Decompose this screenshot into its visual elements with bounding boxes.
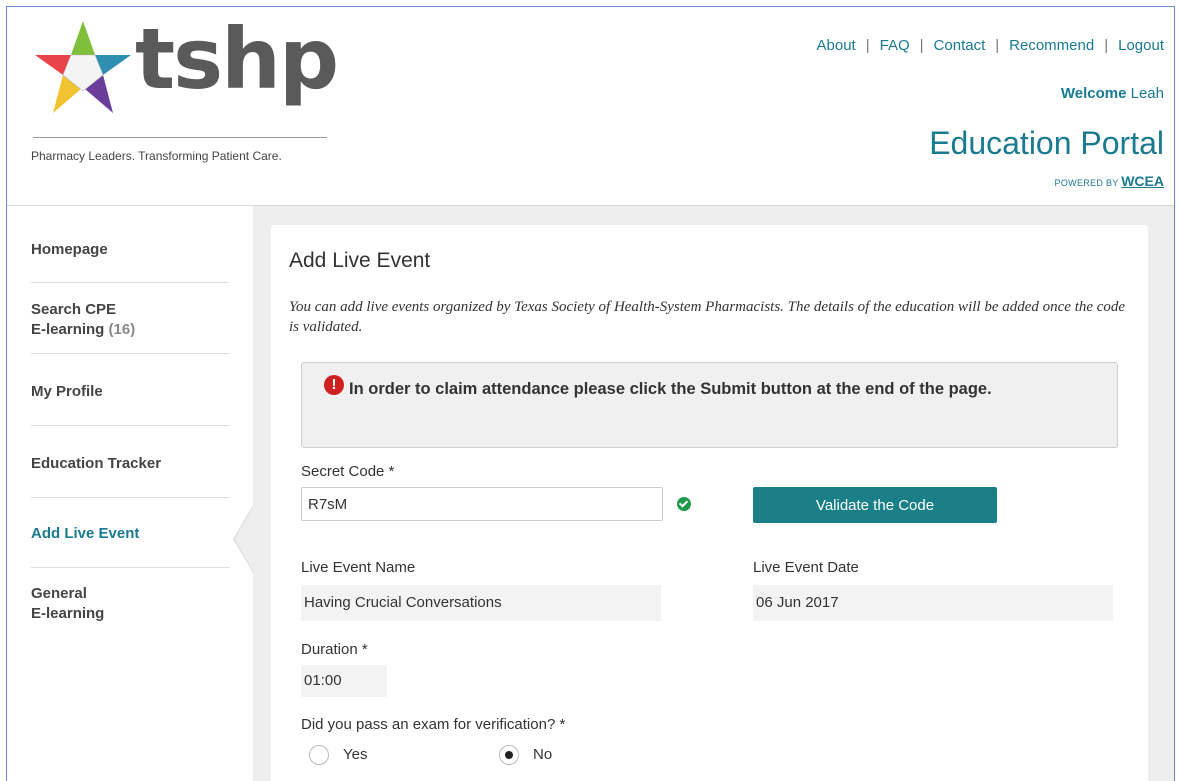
sidebar-divider	[31, 282, 229, 283]
nav-faq-link[interactable]: FAQ	[880, 37, 910, 54]
nav-contact-link[interactable]: Contact	[934, 37, 986, 54]
sidebar-item-label: Search CPE	[31, 301, 117, 318]
sidebar-item-label-line2: E-learning	[31, 605, 105, 622]
nav-separator: |	[995, 37, 1000, 54]
nav-recommend-link[interactable]: Recommend	[1009, 37, 1094, 54]
sidebar-item-label: Add Live Event	[31, 525, 140, 542]
nav-separator: |	[865, 37, 870, 54]
sidebar-divider	[31, 567, 229, 568]
top-nav: About | FAQ | Contact | Recommend | Logout	[817, 37, 1164, 54]
event-name-value: Having Crucial Conversations	[301, 585, 661, 621]
sidebar-item-label: Education Tracker	[31, 455, 162, 472]
sidebar-item-add-live-event[interactable]: Add Live Event	[31, 524, 229, 544]
exam-question: Did you pass an exam for verification? *	[301, 716, 566, 733]
nav-logout-link[interactable]: Logout	[1118, 37, 1164, 54]
welcome-message: Welcome Leah	[1061, 85, 1164, 102]
sidebar-divider	[31, 497, 229, 498]
secret-code-label: Secret Code *	[301, 463, 395, 480]
sidebar-item-search-cpe[interactable]: Search CPE E-learning (16)	[31, 300, 229, 340]
active-indicator-fill	[235, 507, 253, 571]
powered-by: POWERED BY WCEA	[1055, 173, 1164, 189]
add-live-event-card: Add Live Event You can add live events o…	[271, 225, 1148, 781]
alert-message: In order to claim attendance please clic…	[349, 380, 992, 398]
sidebar-item-general-elearning[interactable]: General E-learning	[31, 584, 229, 624]
sidebar-item-label: My Profile	[31, 383, 103, 400]
sidebar-item-label: General	[31, 585, 87, 602]
page-frame: tshp Pharmacy Leaders. Transforming Pati…	[6, 6, 1175, 781]
sidebar-item-education-tracker[interactable]: Education Tracker	[31, 454, 229, 474]
count-badge: (16)	[108, 321, 136, 338]
powered-by-text: POWERED BY	[1054, 178, 1119, 188]
duration-value[interactable]: 01:00	[301, 665, 387, 697]
check-circle-icon	[677, 497, 691, 511]
duration-label: Duration *	[301, 641, 368, 658]
portal-title: Education Portal	[929, 125, 1164, 161]
exam-yes-radio[interactable]	[309, 745, 329, 765]
tagline: Pharmacy Leaders. Transforming Patient C…	[31, 149, 282, 163]
page-title: Add Live Event	[289, 249, 431, 272]
intro-text: You can add live events organized by Tex…	[289, 299, 1126, 335]
secret-code-input[interactable]	[301, 487, 663, 521]
event-date-label: Live Event Date	[753, 559, 859, 576]
validate-code-button[interactable]: Validate the Code	[753, 487, 997, 523]
sidebar-item-label-line2: E-learning	[31, 321, 105, 338]
sidebar-item-label: Homepage	[31, 241, 108, 258]
sidebar-item-my-profile[interactable]: My Profile	[31, 382, 229, 402]
sidebar-divider	[31, 425, 229, 426]
exam-no-label: No	[533, 746, 553, 763]
sidebar-divider	[31, 353, 229, 354]
nav-about-link[interactable]: About	[817, 37, 856, 54]
welcome-word: Welcome	[1060, 85, 1127, 102]
user-name: Leah	[1130, 85, 1164, 102]
sidebar-item-homepage[interactable]: Homepage	[31, 240, 229, 260]
nav-separator: |	[919, 37, 924, 54]
event-name-label: Live Event Name	[301, 559, 416, 576]
site-header: tshp Pharmacy Leaders. Transforming Pati…	[7, 7, 1174, 206]
wcea-link[interactable]: WCEA	[1121, 173, 1164, 189]
logo-divider	[33, 137, 327, 138]
nav-separator: |	[1104, 37, 1109, 54]
event-date-value: 06 Jun 2017	[753, 585, 1113, 621]
logo-star-icon	[35, 21, 131, 113]
attendance-alert: ! In order to claim attendance please cl…	[301, 362, 1118, 448]
sidebar: Homepage Search CPE E-learning (16) My P…	[7, 206, 253, 781]
exam-no-radio[interactable]	[499, 745, 519, 765]
exam-yes-label: Yes	[343, 746, 368, 763]
logo-wordmark: tshp	[135, 10, 339, 108]
